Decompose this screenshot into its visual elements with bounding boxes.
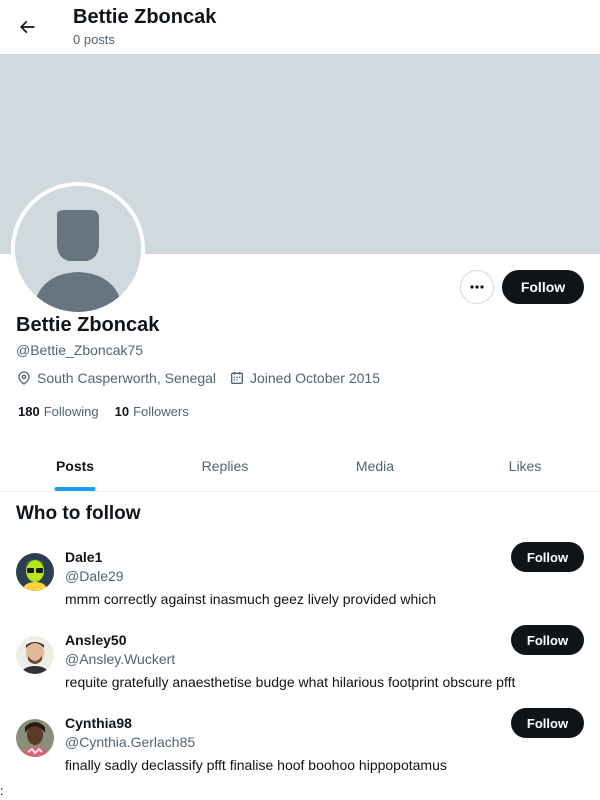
location: South Casperworth, Senegal (16, 370, 216, 386)
follow-button[interactable]: Follow (511, 625, 584, 655)
suggestion-item[interactable]: Dale1 @Dale29 mmm correctly against inas… (0, 542, 600, 629)
follow-button[interactable]: Follow (511, 542, 584, 572)
avatar[interactable] (16, 553, 54, 591)
tab-likes[interactable]: Likes (450, 440, 600, 491)
suggestion-bio: requite gratefully anaesthetise budge wh… (65, 674, 516, 690)
suggestion-name[interactable]: Dale1 (65, 549, 102, 565)
followers-count: 10 (114, 404, 130, 419)
arrow-left-icon (19, 20, 35, 34)
edge-mark: : (0, 784, 4, 798)
follow-button[interactable]: Follow (502, 270, 584, 304)
profile-tabs: Posts Replies Media Likes (0, 440, 600, 492)
join-date: Joined October 2015 (229, 370, 380, 386)
avatar[interactable] (16, 719, 54, 757)
tab-media[interactable]: Media (300, 440, 450, 491)
suggestion-name[interactable]: Ansley50 (65, 632, 126, 648)
followers-link[interactable]: 10 Followers (115, 404, 189, 419)
join-date-text: Joined October 2015 (250, 370, 380, 386)
more-horizontal-icon (470, 285, 484, 289)
back-button[interactable] (8, 8, 46, 46)
following-label: Following (43, 404, 99, 419)
location-pin-icon (18, 371, 30, 385)
who-to-follow-heading: Who to follow (16, 503, 141, 524)
suggestion-handle: @Dale29 (65, 568, 124, 584)
suggestion-bio: finally sadly declassify pfft finalise h… (65, 757, 447, 773)
suggestion-handle: @Cynthia.Gerlach85 (65, 734, 196, 750)
suggestion-name[interactable]: Cynthia98 (65, 715, 132, 731)
page-title: Bettie Zboncak (73, 6, 217, 28)
location-text: South Casperworth, Senegal (37, 370, 216, 386)
calendar-icon (231, 372, 243, 384)
top-bar: Bettie Zboncak 0 posts (0, 0, 600, 54)
following-count: 180 (18, 404, 40, 419)
default-avatar-icon (15, 186, 141, 312)
profile-name: Bettie Zboncak (16, 314, 160, 336)
tab-label: Posts (55, 457, 95, 474)
profile-handle: @Bettie_Zboncak75 (16, 342, 144, 358)
more-options-button[interactable] (460, 270, 494, 304)
follow-stats: 180 Following 10 Followers (18, 404, 205, 419)
tab-label: Media (355, 457, 395, 474)
tab-label: Replies (201, 457, 249, 474)
profile-avatar[interactable] (11, 182, 145, 316)
suggestion-item[interactable]: Ansley50 @Ansley.Wuckert requite gratefu… (0, 625, 600, 712)
tab-label: Likes (508, 457, 542, 474)
profile-meta: South Casperworth, Senegal Joined Octobe… (16, 370, 393, 386)
suggestion-bio: mmm correctly against inasmuch geez live… (65, 591, 437, 607)
post-count: 0 posts (73, 32, 115, 47)
following-link[interactable]: 180 Following (18, 404, 99, 419)
suggestion-item[interactable]: Cynthia98 @Cynthia.Gerlach85 finally sad… (0, 708, 600, 795)
follow-button[interactable]: Follow (511, 708, 584, 738)
tab-posts[interactable]: Posts (0, 440, 150, 491)
tab-replies[interactable]: Replies (150, 440, 300, 491)
avatar[interactable] (16, 636, 54, 674)
active-tab-indicator (54, 487, 96, 491)
suggestion-handle: @Ansley.Wuckert (65, 651, 176, 667)
followers-label: Followers (133, 404, 189, 419)
